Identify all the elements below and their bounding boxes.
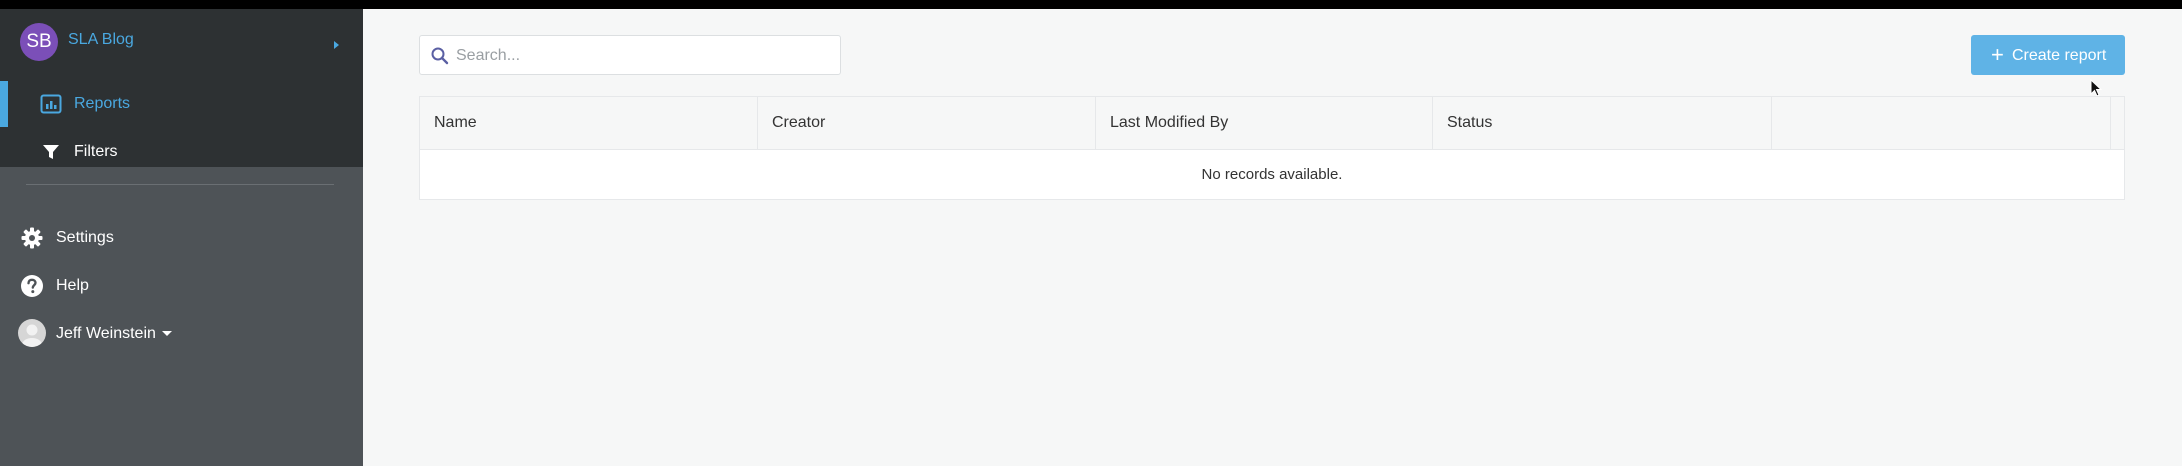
- help-label: Help: [56, 277, 89, 294]
- user-name-wrapper: Jeff Weinstein: [56, 325, 172, 343]
- column-header-name[interactable]: Name: [420, 97, 758, 149]
- active-indicator: [0, 81, 8, 127]
- chevron-right-icon: [334, 41, 339, 49]
- table-header: Name Creator Last Modified By Status: [420, 97, 2124, 150]
- avatar: [18, 319, 46, 347]
- sidebar: SB SLA Blog Reports Filters Settings Hel…: [0, 9, 363, 466]
- gear-icon: [21, 227, 43, 249]
- column-header-creator[interactable]: Creator: [758, 97, 1096, 149]
- help-icon: [21, 275, 43, 297]
- caret-down-icon: [161, 331, 172, 337]
- sidebar-item-label: Filters: [74, 143, 118, 160]
- sidebar-item-help[interactable]: Help: [0, 263, 363, 307]
- column-header-label: Status: [1447, 114, 1493, 131]
- reports-table: Name Creator Last Modified By Status No …: [419, 96, 2125, 200]
- workspace-avatar: SB: [20, 23, 58, 61]
- column-header-status[interactable]: Status: [1433, 97, 1772, 149]
- column-header-label: Name: [434, 114, 477, 131]
- reports-icon: [40, 94, 62, 114]
- create-report-button[interactable]: + Create report: [1971, 35, 2125, 75]
- sidebar-item-filters[interactable]: Filters: [0, 129, 363, 175]
- sidebar-item-settings[interactable]: Settings: [0, 215, 363, 259]
- plus-icon: +: [1991, 42, 2004, 67]
- user-menu[interactable]: Jeff Weinstein: [0, 311, 363, 355]
- empty-state-message: No records available.: [1201, 166, 1343, 183]
- column-header-label: Last Modified By: [1110, 114, 1229, 131]
- user-avatar-icon: [22, 324, 42, 347]
- column-header-actions: [1772, 97, 2111, 149]
- sidebar-workspace-section: SB SLA Blog Reports Filters: [0, 9, 363, 167]
- column-header-last-modified-by[interactable]: Last Modified By: [1096, 97, 1433, 149]
- search-icon: [431, 47, 449, 65]
- filter-icon: [43, 145, 59, 159]
- user-name: Jeff Weinstein: [56, 325, 156, 342]
- search-field: [419, 35, 841, 76]
- sidebar-divider: [26, 184, 334, 185]
- sidebar-item-label: Reports: [74, 95, 131, 112]
- app-screen: SB SLA Blog Reports Filters Settings Hel…: [0, 9, 2182, 466]
- search-input[interactable]: [454, 36, 838, 76]
- workspace-name: SLA Blog: [68, 31, 134, 48]
- settings-label: Settings: [56, 229, 114, 246]
- create-report-label: Create report: [2012, 47, 2107, 64]
- workspace-switcher[interactable]: SB SLA Blog: [0, 9, 363, 74]
- column-header-label: Creator: [772, 114, 826, 131]
- sidebar-item-reports[interactable]: Reports: [0, 81, 363, 127]
